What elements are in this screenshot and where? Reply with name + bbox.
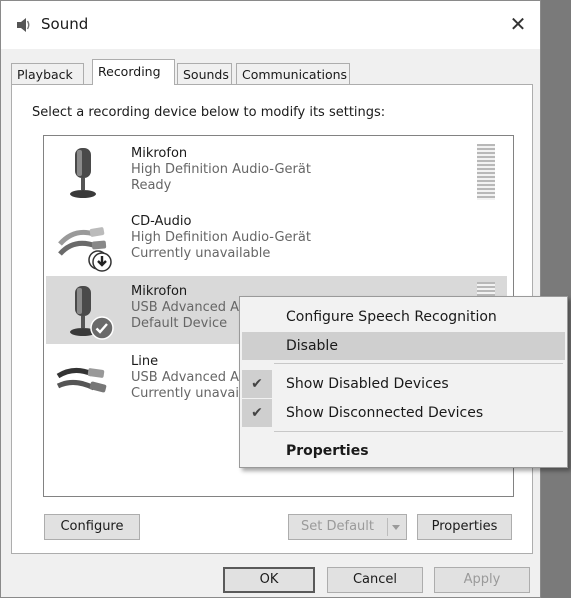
set-default-label: Set Default bbox=[301, 519, 374, 534]
down-arrow-icon bbox=[92, 252, 112, 272]
chevron-down-icon[interactable] bbox=[389, 519, 403, 535]
context-menu: Configure Speech Recognition Disable ✔ S… bbox=[239, 296, 568, 468]
close-button[interactable]: ✕ bbox=[504, 11, 532, 37]
microphone-icon bbox=[70, 148, 96, 198]
device-name: Mikrofon bbox=[131, 146, 188, 161]
ok-button[interactable]: OK bbox=[223, 567, 315, 593]
instruction-text: Select a recording device below to modif… bbox=[32, 105, 386, 120]
device-item-mikrofon-hd[interactable]: Mikrofon High Definition Audio-Gerät Rea… bbox=[46, 138, 507, 206]
level-meter bbox=[477, 144, 495, 200]
checkmark-icon: ✔ bbox=[242, 370, 272, 398]
checkmark-icon: ✔ bbox=[242, 399, 272, 427]
device-name: Mikrofon bbox=[131, 284, 188, 299]
device-status: Ready bbox=[131, 178, 172, 193]
configure-button[interactable]: Configure bbox=[44, 514, 140, 540]
device-name: CD-Audio bbox=[131, 214, 192, 229]
tab-recording[interactable]: Recording bbox=[92, 59, 175, 85]
check-badge-icon bbox=[90, 316, 114, 340]
window-title: Sound bbox=[41, 15, 89, 33]
menu-separator bbox=[274, 431, 563, 432]
speaker-icon bbox=[17, 18, 30, 32]
menu-item-configure-speech[interactable]: Configure Speech Recognition bbox=[242, 303, 565, 331]
device-description: USB Advanced A bbox=[131, 370, 240, 385]
title-bar: Sound ✕ bbox=[1, 1, 540, 49]
device-name: Line bbox=[131, 354, 159, 369]
device-status: Default Device bbox=[131, 316, 228, 331]
menu-item-show-disconnected[interactable]: ✔ Show Disconnected Devices bbox=[242, 399, 565, 427]
menu-separator bbox=[274, 363, 563, 364]
cancel-button[interactable]: Cancel bbox=[327, 567, 423, 593]
tab-communications[interactable]: Communications bbox=[236, 63, 350, 84]
set-default-button[interactable]: Set Default bbox=[288, 514, 407, 540]
device-status: Currently unavai bbox=[131, 386, 239, 401]
device-description: High Definition Audio-Gerät bbox=[131, 230, 311, 245]
line-cable-icon bbox=[56, 368, 107, 393]
menu-item-show-disabled[interactable]: ✔ Show Disabled Devices bbox=[242, 370, 565, 398]
apply-button[interactable]: Apply bbox=[434, 567, 530, 593]
device-description: High Definition Audio-Gerät bbox=[131, 162, 311, 177]
device-description: USB Advanced A bbox=[131, 300, 240, 315]
tab-playback[interactable]: Playback bbox=[11, 63, 84, 84]
menu-item-disable[interactable]: Disable bbox=[242, 332, 565, 360]
device-item-cd-audio[interactable]: CD-Audio High Definition Audio-Gerät Cur… bbox=[46, 206, 507, 274]
device-properties-button[interactable]: Properties bbox=[417, 514, 512, 540]
device-status: Currently unavailable bbox=[131, 246, 271, 261]
tab-sounds[interactable]: Sounds bbox=[177, 63, 232, 84]
menu-item-properties[interactable]: Properties bbox=[242, 437, 565, 465]
